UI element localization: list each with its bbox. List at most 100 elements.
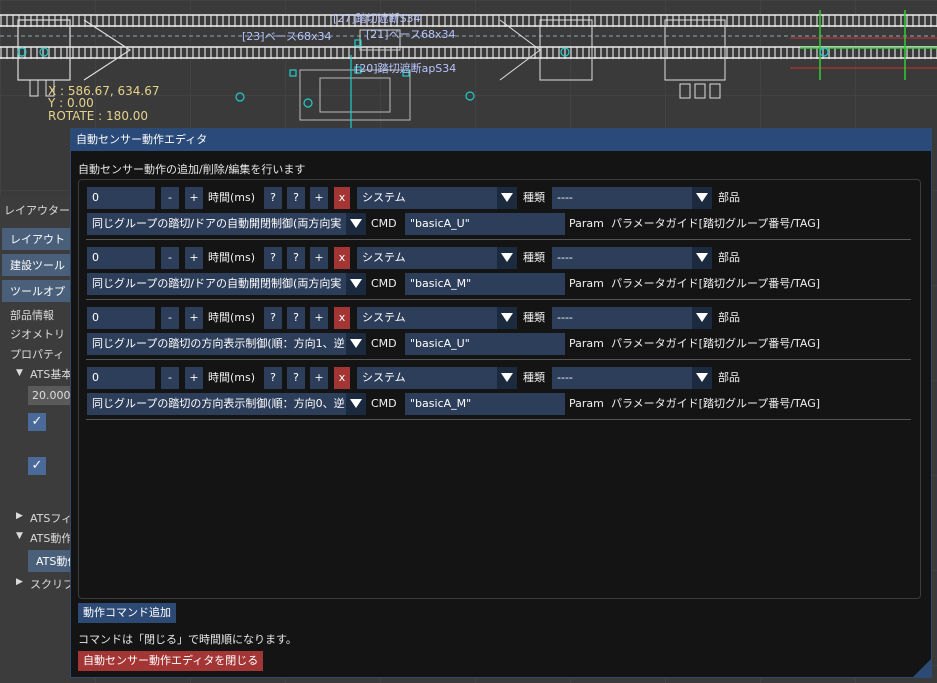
action-dropdown[interactable]: 同じグループの踏切の方向表示制御(順：方向0、逆: [87, 393, 366, 415]
cmd-input[interactable]: "basicA_U": [405, 333, 565, 355]
part-value: ----: [557, 311, 573, 324]
row-divider: [86, 419, 911, 420]
help-button[interactable]: ?: [264, 307, 282, 329]
kind-value: システム: [362, 191, 406, 204]
time-input[interactable]: 0: [87, 367, 155, 389]
action-row: 0 - + 時間(ms) ? ? + x システム 種類 ---- 部品 同じグ…: [79, 180, 920, 240]
cmd-input[interactable]: "basicA_M": [405, 273, 565, 295]
chevron-down-icon: [346, 213, 366, 235]
time-label: 時間(ms): [208, 371, 256, 384]
ats-editor-button[interactable]: ATS動作エディター: [28, 550, 70, 572]
part-label: 部品: [718, 311, 740, 324]
tree-item-script[interactable]: スクリプ: [30, 576, 74, 592]
tree-item-properties[interactable]: プロパティ: [10, 346, 64, 362]
time-decrement-button[interactable]: -: [161, 187, 179, 209]
cmd-label: CMD: [371, 337, 397, 350]
build-tool-button[interactable]: 建設ツール: [2, 254, 70, 276]
time-input[interactable]: 0: [87, 247, 155, 269]
chevron-down-icon: [346, 393, 366, 415]
part-dropdown[interactable]: ----: [552, 307, 712, 329]
param-label: Param: [569, 337, 604, 350]
param-guide: パラメータガイド[踏切グループ番号/TAG]: [611, 217, 821, 230]
chevron-down-icon: [497, 187, 517, 209]
cmd-label: CMD: [371, 397, 397, 410]
param-label: Param: [569, 217, 604, 230]
resize-grip-icon[interactable]: [913, 659, 931, 677]
time-increment-button[interactable]: +: [185, 307, 203, 329]
kind-dropdown[interactable]: システム: [357, 187, 517, 209]
action-row: 0 - + 時間(ms) ? ? + x システム 種類 ---- 部品 同じグ…: [79, 300, 920, 360]
cmd-input[interactable]: "basicA_M": [405, 393, 565, 415]
action-dropdown[interactable]: 同じグループの踏切/ドアの自動開閉制御(両方向実: [87, 273, 366, 295]
canvas-label: [27]踏切遮断S34: [333, 12, 421, 25]
action-row: 0 - + 時間(ms) ? ? + x システム 種類 ---- 部品 同じグ…: [79, 240, 920, 300]
help-button[interactable]: ?: [264, 247, 282, 269]
insert-row-button[interactable]: +: [310, 307, 328, 329]
add-command-button[interactable]: 動作コマンド追加: [78, 603, 176, 623]
cmd-label: CMD: [371, 277, 397, 290]
coord-rotate: ROTATE : 180.00: [48, 109, 149, 123]
delete-row-button[interactable]: x: [334, 187, 350, 209]
chevron-down-icon: [497, 367, 517, 389]
time-decrement-button[interactable]: -: [161, 247, 179, 269]
check-icon[interactable]: ✓: [28, 457, 46, 475]
help-button[interactable]: ?: [264, 367, 282, 389]
tool-options-button[interactable]: ツールオプ: [2, 280, 70, 302]
action-dropdown[interactable]: 同じグループの踏切/ドアの自動開閉制御(両方向実: [87, 213, 366, 235]
part-dropdown[interactable]: ----: [552, 247, 712, 269]
delete-row-button[interactable]: x: [334, 367, 350, 389]
help-button[interactable]: ?: [287, 247, 305, 269]
part-label: 部品: [718, 251, 740, 264]
help-button[interactable]: ?: [287, 367, 305, 389]
time-increment-button[interactable]: +: [185, 247, 203, 269]
part-dropdown[interactable]: ----: [552, 367, 712, 389]
check-icon[interactable]: ✓: [28, 413, 46, 431]
time-input[interactable]: 0: [87, 307, 155, 329]
cmd-label: CMD: [371, 217, 397, 230]
time-decrement-button[interactable]: -: [161, 307, 179, 329]
tree-item-geometry[interactable]: ジオメトリ: [10, 326, 65, 342]
help-button[interactable]: ?: [264, 187, 282, 209]
action-value: 同じグループの踏切の方向表示制御(順：方向0、逆: [92, 397, 345, 410]
cmd-input[interactable]: "basicA_U": [405, 213, 565, 235]
kind-label: 種類: [523, 371, 545, 384]
kind-dropdown[interactable]: システム: [357, 367, 517, 389]
delete-row-button[interactable]: x: [334, 307, 350, 329]
tree-arrow-icon: ▶: [16, 577, 23, 587]
help-button[interactable]: ?: [287, 187, 305, 209]
tree-arrow-icon: ▶: [16, 511, 23, 521]
action-list[interactable]: 0 - + 時間(ms) ? ? + x システム 種類 ---- 部品 同じグ…: [78, 179, 921, 599]
layouter-tab[interactable]: レイアウター: [4, 202, 70, 218]
kind-value: システム: [362, 311, 406, 324]
tree-item-part-info[interactable]: 部品情報: [10, 307, 54, 323]
dialog-description: 自動センサー動作の追加/削除/編集を行います: [78, 163, 306, 176]
chevron-down-icon: [692, 307, 712, 329]
kind-dropdown[interactable]: システム: [357, 307, 517, 329]
insert-row-button[interactable]: +: [310, 367, 328, 389]
close-editor-button[interactable]: 自動センサー動作エディタを閉じる: [78, 651, 264, 671]
part-dropdown[interactable]: ----: [552, 187, 712, 209]
insert-row-button[interactable]: +: [310, 187, 328, 209]
param-label: Param: [569, 277, 604, 290]
time-decrement-button[interactable]: -: [161, 367, 179, 389]
action-dropdown[interactable]: 同じグループの踏切の方向表示制御(順：方向1、逆: [87, 333, 366, 355]
delete-row-button[interactable]: x: [334, 247, 350, 269]
time-label: 時間(ms): [208, 191, 256, 204]
dialog-title[interactable]: 自動センサー動作エディタ: [71, 129, 931, 151]
layout-button[interactable]: レイアウト: [2, 228, 70, 250]
insert-row-button[interactable]: +: [310, 247, 328, 269]
kind-label: 種類: [523, 251, 545, 264]
time-increment-button[interactable]: +: [185, 367, 203, 389]
help-button[interactable]: ?: [287, 307, 305, 329]
sort-hint: コマンドは「閉じる」で時間順になります。: [78, 633, 297, 646]
chevron-down-icon: [497, 307, 517, 329]
tree-item-ats-basic[interactable]: ATS基本: [30, 366, 72, 382]
chevron-down-icon: [497, 247, 517, 269]
kind-dropdown[interactable]: システム: [357, 247, 517, 269]
action-value: 同じグループの踏切の方向表示制御(順：方向1、逆: [92, 337, 345, 350]
time-increment-button[interactable]: +: [185, 187, 203, 209]
time-input[interactable]: 0: [87, 187, 155, 209]
tree-item-ats-action[interactable]: ATS動作: [30, 530, 72, 546]
ats-value-input[interactable]: 20.000: [28, 386, 71, 405]
param-label: Param: [569, 397, 604, 410]
